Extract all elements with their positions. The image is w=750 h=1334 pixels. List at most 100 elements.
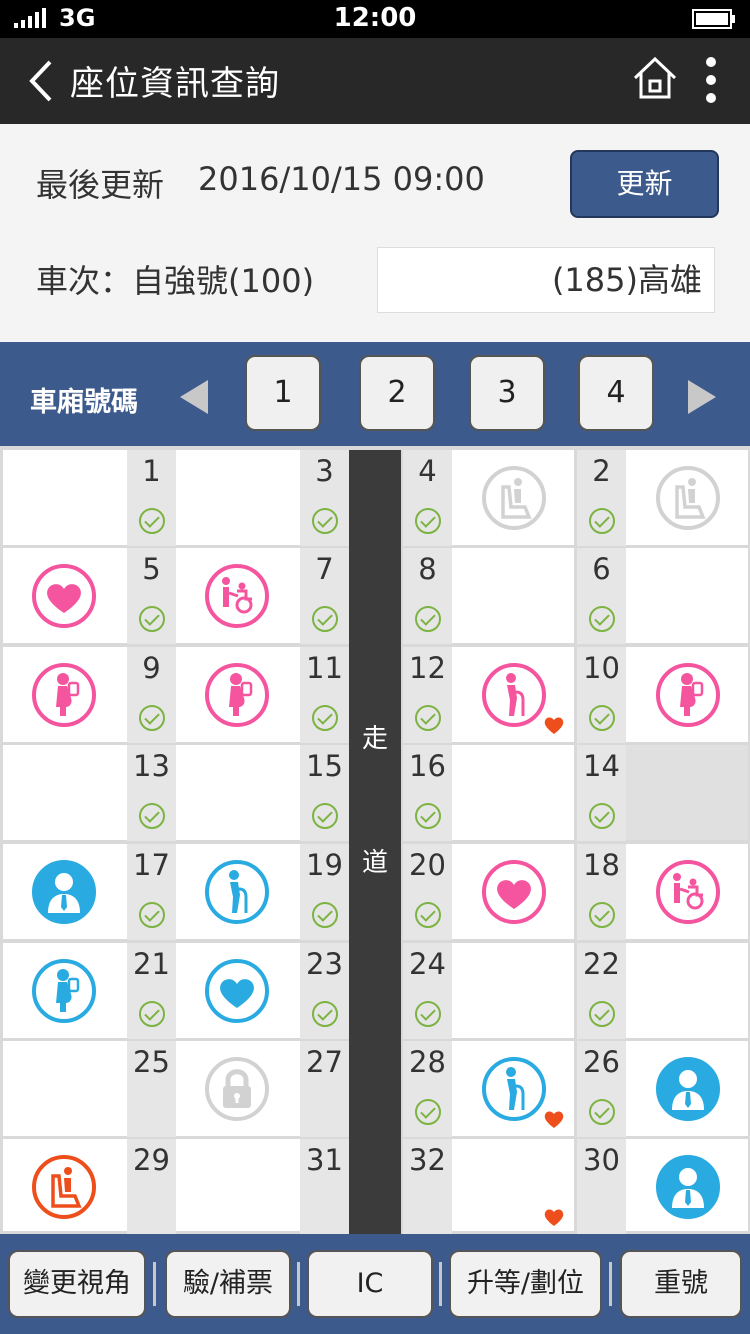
seat-cell[interactable]: 7 <box>176 548 349 644</box>
seat-number-panel: 21 <box>127 943 176 1039</box>
favorite-heart-icon <box>543 715 565 735</box>
seat-cell[interactable]: 3 <box>176 450 349 546</box>
seat-cell[interactable]: 13 <box>3 745 176 841</box>
seat-cell[interactable]: 12 <box>403 647 574 743</box>
elder-icon <box>481 662 547 728</box>
seat-number: 17 <box>133 848 170 882</box>
seat-cell[interactable]: 28 <box>403 1041 574 1137</box>
seat-cell[interactable]: 31 <box>176 1139 349 1235</box>
wheelchair-icon <box>655 859 721 925</box>
seat-number: 25 <box>133 1045 170 1079</box>
favorite-heart-icon <box>543 1207 565 1227</box>
prev-car-arrow-icon[interactable] <box>180 380 208 414</box>
update-label: 最後更新 <box>36 166 165 204</box>
check-icon <box>415 1001 441 1027</box>
check-icon <box>312 803 338 829</box>
seat-number-panel: 19 <box>300 844 349 940</box>
refresh-button[interactable]: 更新 <box>570 150 719 218</box>
change-view-button[interactable]: 變更視角 <box>8 1250 146 1318</box>
seat-cell[interactable]: 15 <box>176 745 349 841</box>
car-button-4[interactable]: 4 <box>578 355 654 431</box>
seat-number-panel: 17 <box>127 844 176 940</box>
seat-number-panel: 31 <box>300 1139 349 1235</box>
seat-number-panel: 7 <box>300 548 349 644</box>
toolbar-divider <box>297 1262 300 1306</box>
seat-number: 9 <box>142 651 161 685</box>
seat-cell[interactable]: 10 <box>577 647 748 743</box>
next-car-arrow-icon[interactable] <box>688 380 716 414</box>
check-icon <box>312 902 338 928</box>
check-icon <box>415 705 441 731</box>
seat-cell[interactable]: 19 <box>176 844 349 940</box>
seat-cell[interactable]: 26 <box>577 1041 748 1137</box>
seat-cell[interactable]: 23 <box>176 943 349 1039</box>
seat-cell[interactable]: 9 <box>3 647 176 743</box>
seat-number-panel: 26 <box>577 1041 626 1137</box>
seat-cell[interactable]: 2 <box>577 450 748 546</box>
ic-button[interactable]: IC <box>307 1250 433 1318</box>
businessman-icon <box>655 1154 721 1220</box>
car-button-3[interactable]: 3 <box>469 355 545 431</box>
seat-number: 6 <box>592 552 611 586</box>
car-button-2[interactable]: 2 <box>359 355 435 431</box>
seat-cell[interactable]: 4 <box>403 450 574 546</box>
seat-cell[interactable]: 20 <box>403 844 574 940</box>
page-title: 座位資訊查詢 <box>70 64 280 104</box>
seat-cell[interactable]: 17 <box>3 844 176 940</box>
seat-number: 1 <box>142 454 161 488</box>
seat-number-panel: 13 <box>127 745 176 841</box>
back-icon[interactable] <box>26 58 56 104</box>
seat-number-panel: 2 <box>577 450 626 546</box>
seat-number: 23 <box>306 947 343 981</box>
check-icon <box>139 902 165 928</box>
seat-cell[interactable]: 22 <box>577 943 748 1039</box>
home-icon[interactable] <box>632 55 678 101</box>
toolbar-divider <box>609 1262 612 1306</box>
seat-cell[interactable]: 1 <box>3 450 176 546</box>
seat-cell[interactable]: 6 <box>577 548 748 644</box>
elder-icon <box>204 859 270 925</box>
seat-number-panel: 9 <box>127 647 176 743</box>
seat-number-panel: 25 <box>127 1041 176 1137</box>
seat-cell[interactable]: 25 <box>3 1041 176 1137</box>
duplicate-button[interactable]: 重號 <box>620 1250 742 1318</box>
seat-cell[interactable]: 14 <box>577 745 748 841</box>
seat-number-panel: 11 <box>300 647 349 743</box>
seat-number: 8 <box>418 552 437 586</box>
clock: 12:00 <box>333 3 417 33</box>
seat-number-panel: 12 <box>403 647 452 743</box>
check-icon <box>312 705 338 731</box>
seat-cell[interactable]: 11 <box>176 647 349 743</box>
elder-icon <box>481 1056 547 1122</box>
seat-number: 20 <box>409 848 446 882</box>
more-menu-icon[interactable] <box>698 54 724 106</box>
seat-cell[interactable]: 32 <box>403 1139 574 1235</box>
seat-number: 15 <box>306 749 343 783</box>
seat-number: 12 <box>409 651 446 685</box>
ticket-check-button[interactable]: 驗/補票 <box>165 1250 291 1318</box>
heart-icon <box>31 563 97 629</box>
seat-cell[interactable]: 21 <box>3 943 176 1039</box>
seat-cell[interactable]: 18 <box>577 844 748 940</box>
seat-number-panel: 3 <box>300 450 349 546</box>
seat-cell[interactable]: 29 <box>3 1139 176 1235</box>
seat-cell[interactable]: 5 <box>3 548 176 644</box>
seat-cell[interactable]: 27 <box>176 1041 349 1137</box>
seat-cell[interactable]: 16 <box>403 745 574 841</box>
car-button-1[interactable]: 1 <box>245 355 321 431</box>
seat-cell[interactable]: 24 <box>403 943 574 1039</box>
bottom-toolbar: 變更視角 驗/補票 IC 升等/劃位 重號 <box>0 1234 750 1334</box>
seat-number: 14 <box>583 749 620 783</box>
upgrade-seat-button[interactable]: 升等/劃位 <box>449 1250 602 1318</box>
seat-number: 4 <box>418 454 437 488</box>
train-label: 車次：自強號(100) <box>36 262 315 300</box>
car-number-label: 車廂號碼 <box>30 387 138 418</box>
check-icon <box>139 803 165 829</box>
seat-number: 28 <box>409 1045 446 1079</box>
seat-cell[interactable]: 30 <box>577 1139 748 1235</box>
destination-field[interactable]: (185)高雄 <box>377 247 715 313</box>
seat-number: 13 <box>133 749 170 783</box>
seat-number: 16 <box>409 749 446 783</box>
seat-cell[interactable]: 8 <box>403 548 574 644</box>
check-icon <box>139 508 165 534</box>
